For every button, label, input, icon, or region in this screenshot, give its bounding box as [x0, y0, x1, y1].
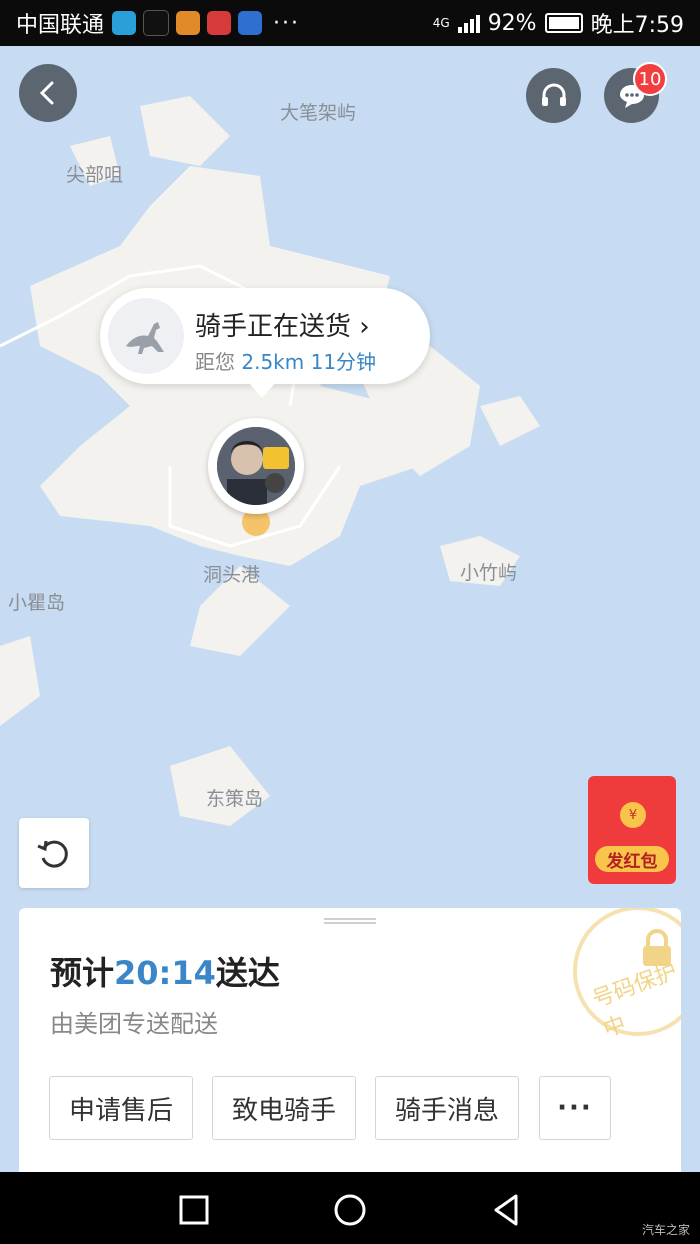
distance-value: 2.5km — [241, 350, 305, 374]
refresh-icon — [37, 840, 68, 868]
news-notification-icon — [207, 11, 232, 35]
send-red-packet-button[interactable]: ¥ 发红包 — [588, 776, 676, 884]
more-options-button[interactable]: ··· — [539, 1076, 611, 1140]
carrier-label: 中国联通 — [16, 13, 105, 38]
chevron-left-icon — [39, 81, 54, 105]
red-packet-label: 发红包 — [595, 846, 669, 872]
drag-handle[interactable] — [324, 918, 376, 924]
rider-distance-text: 距您 2.5km 11分钟 — [195, 350, 377, 374]
estimated-delivery: 预计20:14送达 — [50, 954, 280, 992]
rider-messages-button[interactable]: 骑手消息 — [375, 1076, 519, 1140]
privacy-stamp: 号码保护中 — [573, 908, 681, 1043]
messages-button[interactable]: 10 — [604, 62, 667, 123]
refresh-button[interactable] — [19, 818, 89, 888]
eta-time: 20:14 — [114, 954, 216, 992]
app-notification-icon — [176, 11, 201, 35]
place-label: 小瞿岛 — [8, 592, 66, 614]
headset-icon — [541, 83, 566, 106]
privacy-stamp-text: 号码保护中 — [589, 959, 681, 1043]
recent-apps-icon[interactable] — [176, 1192, 212, 1228]
customer-service-button[interactable] — [526, 68, 581, 123]
order-status-card: 号码保护中 预计20:14送达 由美团专送配送 申请售后 致电骑手 骑手消息 ·… — [19, 908, 681, 1172]
clock: 晚上7:59 — [590, 13, 684, 38]
rider-status-bubble[interactable]: 骑手正在送货 › 距您 2.5km 11分钟 — [100, 288, 430, 398]
tiktok-notification-icon — [143, 10, 170, 36]
rider-avatar-marker[interactable] — [208, 418, 304, 514]
battery-icon — [544, 13, 583, 33]
back-button[interactable] — [19, 64, 77, 122]
coin-icon: ¥ — [620, 802, 646, 828]
place-label: 尖部咀 — [66, 164, 124, 186]
more-notifications-icon: ··· — [273, 10, 300, 36]
after-sales-button[interactable]: 申请售后 — [49, 1076, 193, 1140]
shield-notification-icon — [238, 11, 263, 35]
system-navigation-bar: 汽车之家 — [0, 1172, 700, 1244]
place-label: 小竹屿 — [460, 562, 518, 584]
place-label: 洞头港 — [203, 564, 261, 586]
rider-avatar — [217, 427, 295, 505]
unread-badge: 10 — [633, 62, 667, 96]
status-bar: 中国联通 ··· 4G 92% 晚上7:59 — [0, 0, 700, 46]
place-label: 东策岛 — [206, 788, 264, 810]
rider-status-text: 骑手正在送货 › — [195, 312, 370, 342]
call-rider-button[interactable]: 致电骑手 — [212, 1076, 356, 1140]
place-label: 大笔架屿 — [280, 102, 357, 124]
battery-percent: 92% — [487, 10, 537, 36]
watermark: 汽车之家 — [641, 1223, 690, 1237]
back-triangle-icon[interactable] — [488, 1192, 524, 1228]
signal-icon — [457, 13, 480, 33]
app-notification-icon — [112, 11, 137, 35]
delivery-provider: 由美团专送配送 — [50, 1010, 218, 1038]
kangaroo-logo-icon — [108, 298, 184, 374]
network-type: 4G — [432, 16, 450, 30]
home-icon[interactable] — [332, 1192, 368, 1228]
eta-minutes: 11分钟 — [310, 350, 377, 374]
